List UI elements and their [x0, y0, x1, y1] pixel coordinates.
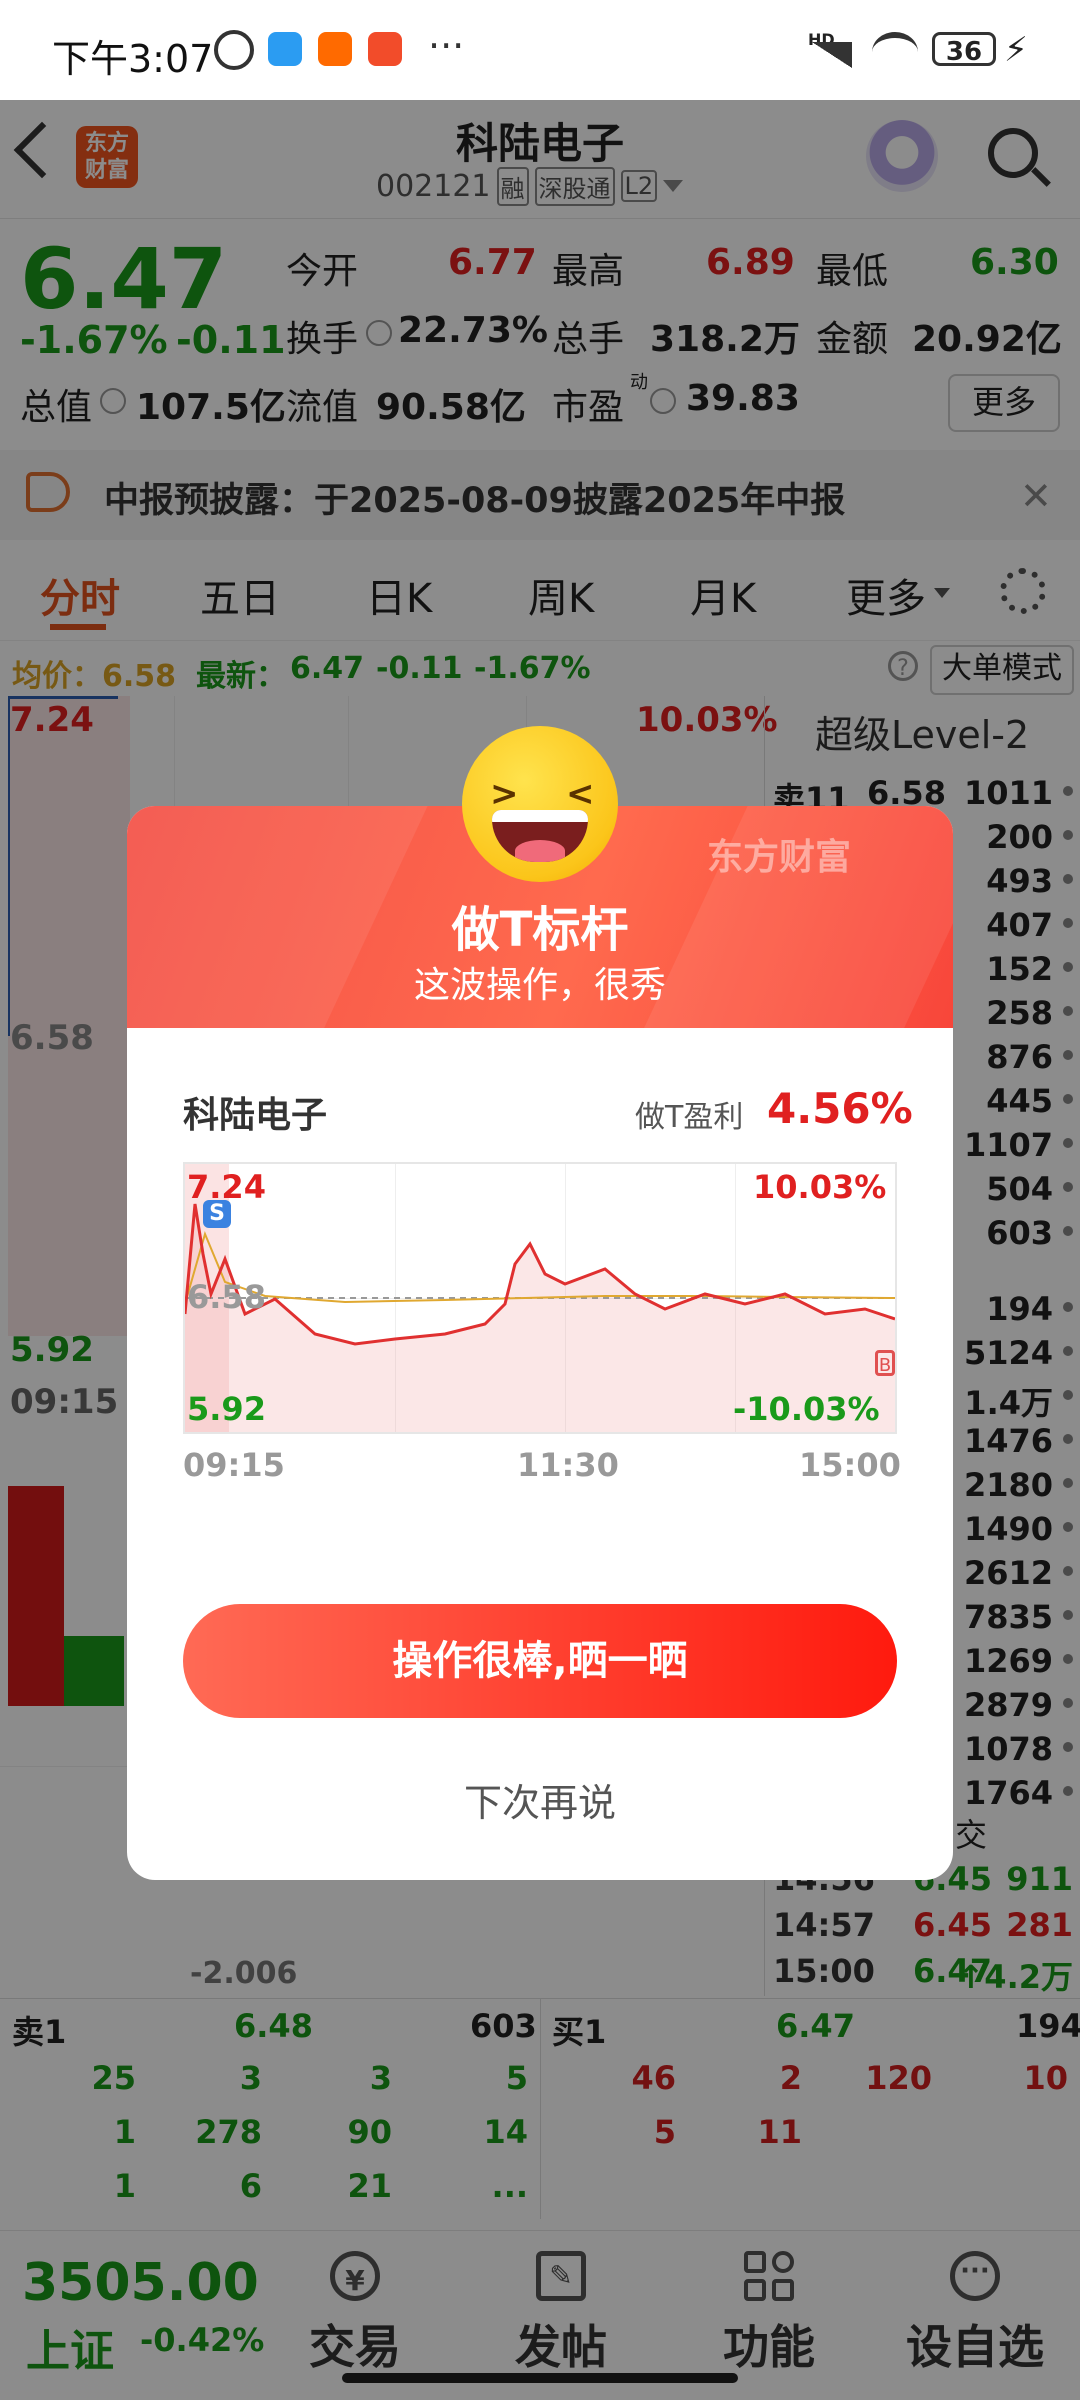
charging-icon: ⚡	[1004, 30, 1028, 70]
share-dialog: 东方财富 做T标杆 这波操作，很秀 科陆电子 做T盈利 4.56% S B 7.…	[127, 806, 953, 1880]
signal-icon	[812, 42, 852, 68]
mini-top-price: 7.24	[187, 1168, 266, 1206]
mini-low-price: 5.92	[187, 1390, 266, 1428]
mini-mid-price: 6.58	[187, 1278, 266, 1316]
mini-low-pct: -10.03%	[733, 1390, 880, 1428]
battery-level: 36	[945, 37, 983, 67]
dialog-subtitle: 这波操作，很秀	[413, 965, 666, 1006]
dialog-stock-name: 科陆电子	[183, 1095, 328, 1136]
status-bar: 下午3:07 ··· HD 36 ⚡	[0, 0, 1080, 100]
buy-marker: B	[875, 1350, 895, 1376]
status-more-dots: ···	[428, 24, 465, 68]
app-notification-icon	[268, 32, 302, 66]
dialog-title: 做T标杆	[451, 902, 629, 958]
battery-icon: 36	[932, 32, 996, 67]
share-button[interactable]: 操作很棒,晒一晒	[183, 1604, 897, 1718]
mini-time-start: 09:15	[183, 1446, 285, 1484]
mini-time-end: 15:00	[799, 1446, 901, 1484]
mini-time-mid: 11:30	[517, 1446, 619, 1484]
profit-value: 4.56%	[767, 1084, 913, 1133]
app-red-icon	[368, 32, 402, 66]
mi-icon	[318, 32, 352, 66]
later-button[interactable]: 下次再说	[127, 1772, 953, 1827]
status-time: 下午3:07	[52, 37, 214, 81]
profit-label: 做T盈利	[635, 1100, 744, 1135]
mini-chart: S B 7.24 10.03% 6.58 5.92 -10.03%	[183, 1162, 897, 1434]
wifi-icon	[872, 32, 918, 72]
alarm-icon	[214, 30, 254, 70]
watermark-logo: 东方财富	[707, 837, 852, 878]
laughing-emoji-icon: > <	[462, 726, 618, 882]
mini-top-pct: 10.03%	[753, 1168, 887, 1206]
